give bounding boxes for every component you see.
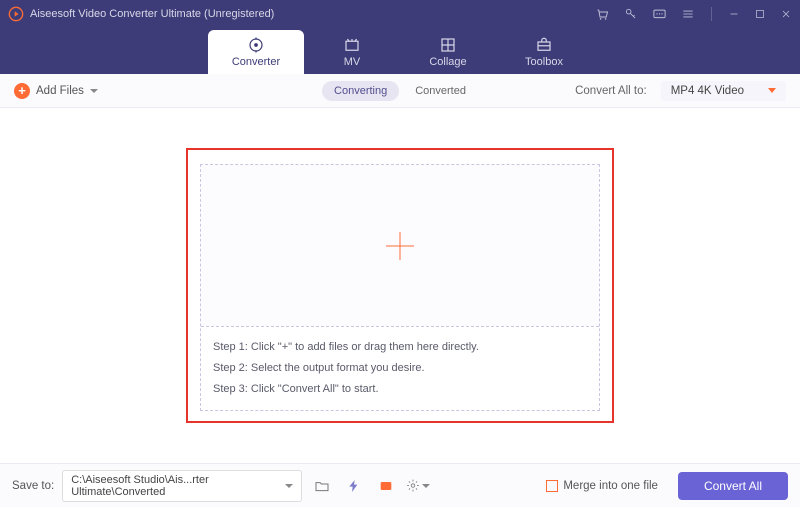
minimize-icon[interactable]	[728, 8, 740, 20]
merge-label: Merge into one file	[563, 480, 658, 492]
step-3: Step 3: Click "Convert All" to start.	[213, 379, 587, 400]
tab-mv[interactable]: MV	[304, 30, 400, 74]
settings-button[interactable]	[406, 475, 430, 497]
tab-converter[interactable]: Converter	[208, 30, 304, 74]
high-speed-button[interactable]	[374, 475, 398, 497]
add-files-button[interactable]: + Add Files	[14, 83, 98, 99]
step-1: Step 1: Click "+" to add files or drag t…	[213, 337, 587, 358]
open-folder-button[interactable]	[310, 475, 334, 497]
convert-all-to-label: Convert All to:	[575, 85, 647, 97]
separator	[711, 7, 712, 21]
highlight-box: Step 1: Click "+" to add files or drag t…	[186, 148, 614, 423]
plus-icon: +	[14, 83, 30, 99]
tab-collage[interactable]: Collage	[400, 30, 496, 74]
tab-label: Collage	[429, 56, 466, 68]
hw-accel-button[interactable]	[342, 475, 366, 497]
titlebar: Aiseesoft Video Converter Ultimate (Unre…	[0, 0, 800, 28]
tab-label: MV	[344, 56, 361, 68]
status-tab-converting[interactable]: Converting	[322, 81, 399, 101]
format-value: MP4 4K Video	[671, 85, 744, 97]
add-files-label: Add Files	[36, 85, 84, 97]
chevron-down-icon	[90, 89, 98, 93]
step-2: Step 2: Select the output format you des…	[213, 358, 587, 379]
titlebar-controls	[595, 7, 792, 22]
instructions: Step 1: Click "+" to add files or drag t…	[201, 326, 599, 410]
app-title: Aiseesoft Video Converter Ultimate (Unre…	[30, 8, 595, 20]
checkbox-icon	[546, 480, 558, 492]
drop-area[interactable]	[201, 165, 599, 326]
tab-label: Converter	[232, 56, 280, 68]
tab-toolbox[interactable]: Toolbox	[496, 30, 592, 74]
maximize-icon[interactable]	[754, 8, 766, 20]
save-path-value: C:\Aiseesoft Studio\Ais...rter Ultimate\…	[71, 474, 285, 498]
dropzone[interactable]: Step 1: Click "+" to add files or drag t…	[200, 164, 600, 411]
feedback-icon[interactable]	[652, 7, 667, 22]
output-format-select[interactable]: MP4 4K Video	[661, 81, 786, 101]
chevron-down-icon	[285, 484, 293, 488]
close-icon[interactable]	[780, 8, 792, 20]
toolbar: + Add Files Converting Converted Convert…	[0, 74, 800, 108]
app-window: Aiseesoft Video Converter Ultimate (Unre…	[0, 0, 800, 507]
save-path-select[interactable]: C:\Aiseesoft Studio\Ais...rter Ultimate\…	[62, 470, 302, 502]
save-to-label: Save to:	[12, 480, 54, 492]
tab-label: Toolbox	[525, 56, 563, 68]
main-area: Step 1: Click "+" to add files or drag t…	[0, 108, 800, 463]
menu-icon[interactable]	[681, 7, 695, 21]
app-logo-icon	[8, 6, 24, 22]
chevron-down-icon	[768, 88, 776, 93]
main-tabs: Converter MV Collage Toolbox	[0, 28, 800, 74]
cart-icon[interactable]	[595, 7, 610, 22]
footer: Save to: C:\Aiseesoft Studio\Ais...rter …	[0, 463, 800, 507]
merge-checkbox[interactable]: Merge into one file	[546, 480, 658, 492]
chevron-down-icon	[422, 484, 430, 488]
status-tabs: Converting Converted	[322, 81, 478, 101]
convert-all-button[interactable]: Convert All	[678, 472, 788, 500]
add-plus-icon[interactable]	[386, 232, 414, 260]
key-icon[interactable]	[624, 7, 638, 21]
status-tab-converted[interactable]: Converted	[403, 81, 478, 101]
